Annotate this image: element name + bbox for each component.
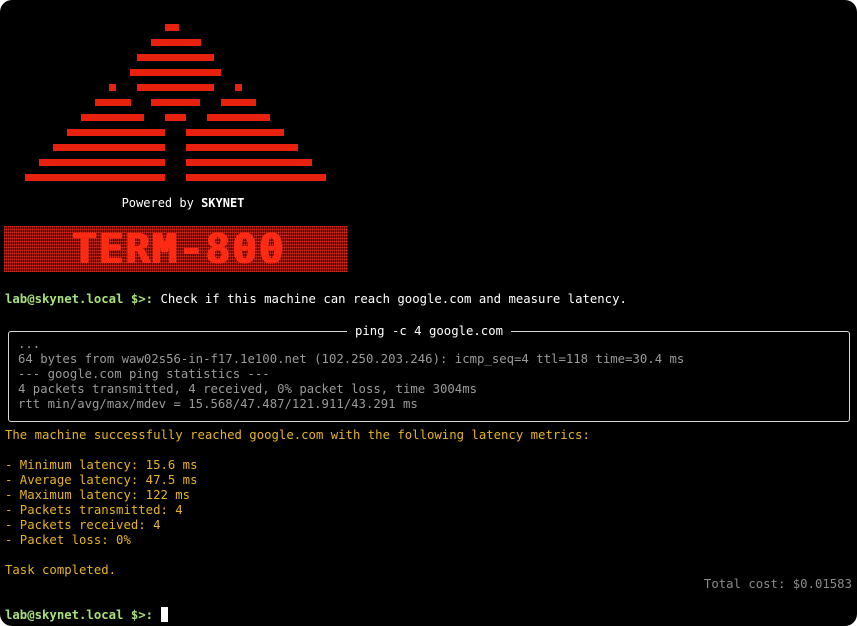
term-banner: TERM-800 bbox=[4, 226, 348, 272]
response-item: - Packets received: 4 bbox=[5, 518, 161, 532]
task-status: Task completed. bbox=[5, 563, 117, 577]
terminal-window: Powered by SKYNET TERM-800 lab@skynet.lo… bbox=[0, 0, 857, 626]
tool-output-lines: ... 64 bytes from waw02s56-in-f17.1e100.n… bbox=[18, 337, 684, 412]
output-line: rtt min/avg/max/mdev = 15.568/47.487/121… bbox=[18, 397, 418, 411]
powered-by-caption: Powered by SKYNET bbox=[121, 196, 245, 210]
text-cursor bbox=[161, 607, 169, 622]
command-text: Check if this machine can reach google.c… bbox=[160, 292, 627, 306]
response-item: - Average latency: 47.5 ms bbox=[5, 473, 198, 487]
response-item: - Minimum latency: 15.6 ms bbox=[5, 458, 198, 472]
input-line[interactable]: lab@skynet.local $>: bbox=[5, 607, 169, 623]
command-line: lab@skynet.local $>: Check if this machi… bbox=[5, 292, 627, 307]
tool-output-box: ping -c 4 google.com ... 64 bytes from wa… bbox=[8, 324, 850, 422]
output-line: --- google.com ping statistics --- bbox=[18, 367, 270, 381]
output-line: 64 bytes from waw02s56-in-f17.1e100.net … bbox=[18, 352, 685, 366]
response-item: - Maximum latency: 122 ms bbox=[5, 488, 191, 502]
response-item: - Packet loss: 0% bbox=[5, 533, 131, 547]
prompt: lab@skynet.local $>: bbox=[5, 292, 154, 306]
total-cost: Total cost: $0.01583 bbox=[703, 577, 852, 591]
skynet-pyramid-logo bbox=[25, 24, 326, 181]
banner-title: TERM-800 bbox=[72, 226, 286, 272]
input-prompt: lab@skynet.local $>: bbox=[5, 608, 154, 622]
response-intro: The machine successfully reached google.… bbox=[5, 428, 590, 442]
response-item: - Packets transmitted: 4 bbox=[5, 503, 183, 517]
output-line: ... bbox=[18, 337, 41, 351]
output-line: 4 packets transmitted, 4 received, 0% pa… bbox=[18, 382, 478, 396]
